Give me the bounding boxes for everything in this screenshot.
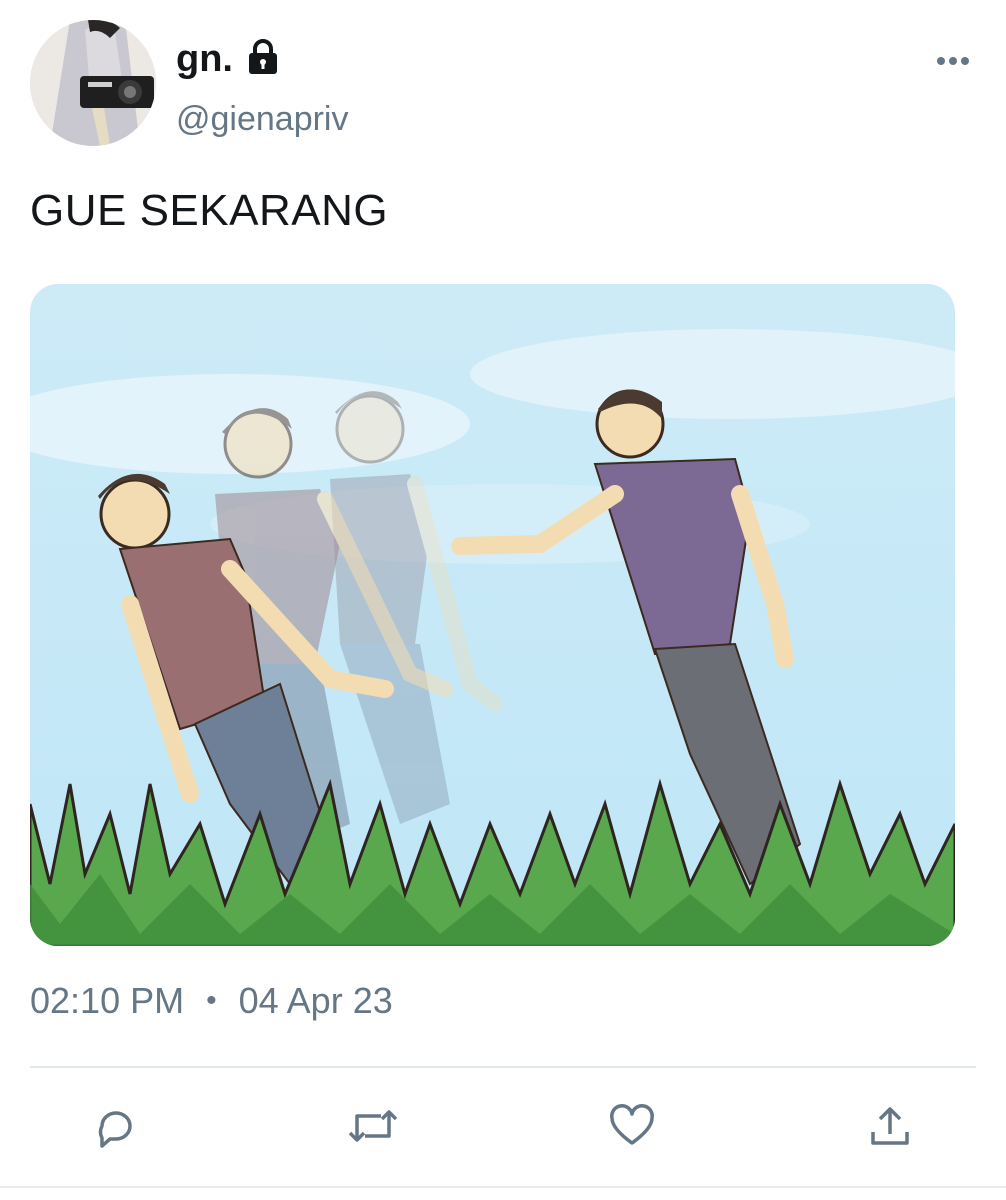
retweet-button[interactable] <box>347 1100 399 1152</box>
display-name[interactable]: gn. <box>176 38 233 81</box>
like-button[interactable] <box>606 1100 658 1152</box>
meta-separator: • <box>206 984 217 1017</box>
comment-icon <box>98 1111 132 1148</box>
tweet-time[interactable]: 02:10 PM <box>30 980 184 1022</box>
heart-icon <box>610 1104 654 1145</box>
share-button[interactable] <box>864 1100 916 1152</box>
tweet-text: GUE SEKARANG <box>30 186 389 235</box>
tweet-date[interactable]: 04 Apr 23 <box>239 980 393 1022</box>
tweet-card: gn. @gienapriv GUE SEKARANG 02:10 PM • 0… <box>0 0 1006 1200</box>
tweet-image[interactable] <box>30 284 955 946</box>
avatar[interactable] <box>30 20 156 146</box>
lock-icon <box>245 38 281 76</box>
divider <box>30 1066 976 1068</box>
reply-button[interactable] <box>90 1100 142 1152</box>
retweet-icon <box>348 1110 398 1142</box>
more-icon <box>937 57 969 65</box>
more-options-button[interactable] <box>930 46 976 76</box>
tweet-meta: 02:10 PM • 04 Apr 23 <box>30 980 393 1022</box>
username-handle[interactable]: @gienapriv <box>176 100 349 139</box>
bottom-divider <box>0 1186 1006 1188</box>
share-icon <box>871 1107 909 1145</box>
